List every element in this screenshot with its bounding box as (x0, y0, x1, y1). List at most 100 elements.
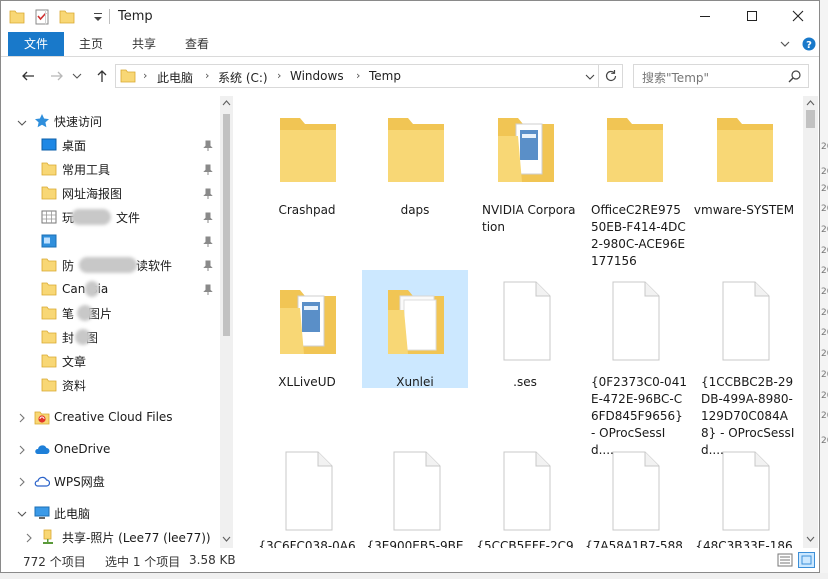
sidebar-item-posters[interactable]: 网址海报图 (41, 182, 122, 204)
file-item[interactable]: {48C3B33E-186 (691, 440, 797, 548)
pin-icon[interactable] (202, 260, 214, 272)
file-item[interactable]: OfficeC2RE97550EB-F414-4DC2-980C-ACE96E1… (581, 98, 687, 268)
file-name: vmware-SYSTEM (693, 203, 795, 217)
chevron-right-icon[interactable] (23, 532, 35, 544)
background-date: 20 (821, 204, 828, 214)
file-name: daps (400, 203, 430, 217)
help-icon[interactable]: ? (802, 37, 816, 51)
sidebar-item-onedrive[interactable]: OneDrive (34, 438, 110, 460)
search-placeholder: 搜索"Temp" (642, 71, 710, 85)
quick-access[interactable]: 快速访问 (34, 110, 102, 132)
file-item[interactable]: vmware-SYSTEM (691, 98, 797, 217)
file-item[interactable]: {1CCBBC2B-29DB-499A-8980-129D70C084A8} -… (691, 270, 797, 457)
up-button[interactable] (93, 67, 111, 85)
back-button[interactable] (19, 67, 37, 85)
minimize-button[interactable] (682, 1, 728, 31)
sidebar-scroll-thumb[interactable] (223, 114, 230, 336)
breadcrumb-windows[interactable]: Windows (290, 69, 344, 83)
chevron-down-icon[interactable] (16, 117, 28, 129)
sidebar-item-shared-photos[interactable]: 共享-照片 (Lee77 (lee77)) (41, 526, 211, 548)
minimize-icon (700, 16, 710, 17)
scroll-down-icon[interactable] (222, 536, 231, 543)
tab-share[interactable]: 共享 (124, 32, 164, 56)
folder-with-documents-icon (280, 290, 336, 354)
large-icons-view-icon[interactable] (798, 552, 815, 568)
tab-file[interactable]: 文件 (8, 32, 64, 56)
image-icon (41, 234, 57, 248)
file-item[interactable]: daps (362, 98, 468, 217)
file-view-scrollbar[interactable] (803, 96, 818, 548)
close-button[interactable] (775, 1, 819, 31)
file-item[interactable]: Crashpad (254, 98, 360, 217)
file-item-selected[interactable]: Xunlei (362, 270, 468, 389)
explorer-window: Temp 文件 主页 共享 查看 ? › 此电脑 › 系统 (C:) › Win… (0, 0, 820, 573)
file-item[interactable]: NVIDIA Corporation (472, 98, 578, 234)
chevron-right-icon[interactable] (16, 476, 28, 488)
file-item[interactable]: XLLiveUD (254, 270, 360, 389)
file-item[interactable]: {0F2373C0-041E-472E-96BC-C6FD845F9656} -… (581, 270, 687, 457)
pin-icon[interactable] (202, 188, 214, 200)
file-item[interactable]: {7A58A1B7-588 (581, 440, 687, 548)
file-name: {3E900EB5-9BE5 (366, 539, 464, 548)
file-name: {5CCB5EFF-2C9 (476, 539, 574, 548)
sidebar-item-wps[interactable]: WPS网盘 (34, 470, 105, 492)
sidebar-item-label: 封 (62, 330, 75, 345)
new-folder-icon[interactable] (59, 8, 75, 25)
chevron-right-icon[interactable] (16, 444, 28, 456)
sidebar-item-label: 防 (62, 258, 75, 273)
expand-ribbon-chevron-icon[interactable] (779, 39, 791, 49)
search-box[interactable]: 搜索"Temp" (633, 64, 809, 88)
computer-icon (34, 506, 50, 519)
breadcrumb-temp[interactable]: Temp (369, 69, 401, 83)
search-icon[interactable] (788, 69, 802, 83)
file-item[interactable]: {5CCB5EFF-2C9 (472, 440, 578, 548)
pin-icon[interactable] (202, 140, 214, 152)
document-icon (285, 451, 333, 531)
sidebar-item-materials[interactable]: 资料 (41, 374, 86, 396)
sidebar-item-articles[interactable]: 文章 (41, 350, 86, 372)
sidebar-item-this-pc[interactable]: 此电脑 (34, 502, 90, 524)
background-date: 20 (821, 142, 828, 152)
file-item[interactable]: {3C6FC038-0A6 (254, 440, 360, 548)
sidebar-scrollbar[interactable] (220, 96, 233, 548)
sidebar-item-creative-cloud[interactable]: Creative Cloud Files (34, 406, 173, 428)
pin-icon[interactable] (202, 164, 214, 176)
file-item[interactable]: .ses (472, 270, 578, 389)
customize-toolbar-chevron-icon[interactable] (93, 8, 103, 25)
file-name: Xunlei (396, 375, 434, 389)
sidebar-item-label: 笔 (62, 306, 75, 321)
chevron-down-icon[interactable] (16, 508, 28, 520)
sidebar-item-tools[interactable]: 常用工具 (41, 158, 110, 180)
breadcrumb-this-pc[interactable]: 此电脑 (157, 69, 193, 86)
address-bar[interactable]: › 此电脑 › 系统 (C:) › Windows › Temp (115, 64, 623, 88)
scroll-up-icon[interactable] (806, 99, 815, 106)
maximize-button[interactable] (729, 1, 775, 31)
pin-icon[interactable] (202, 212, 214, 224)
chevron-right-icon[interactable] (16, 412, 28, 424)
document-icon (503, 451, 551, 531)
address-row: › 此电脑 › 系统 (C:) › Windows › Temp 搜索"Temp… (1, 57, 819, 95)
quick-access-label: 快速访问 (54, 114, 103, 129)
arrow-right-icon (51, 71, 63, 81)
recent-locations-button[interactable] (71, 67, 83, 85)
file-view-scroll-thumb[interactable] (806, 110, 815, 128)
breadcrumb-system-drive[interactable]: 系统 (C:) (218, 69, 268, 86)
sidebar-item-label-suffix: 文件 (116, 210, 141, 225)
scroll-up-icon[interactable] (222, 99, 231, 106)
address-history-chevron-icon[interactable] (585, 72, 595, 82)
tab-view[interactable]: 查看 (177, 32, 217, 56)
forward-button[interactable] (48, 67, 66, 85)
refresh-icon[interactable] (604, 69, 618, 83)
sidebar-item-image[interactable] (41, 230, 62, 252)
document-icon (612, 281, 660, 361)
file-item[interactable]: {3E900EB5-9BE5 (362, 440, 468, 548)
background-date: 20 (821, 370, 828, 380)
sidebar-item-desktop[interactable]: 桌面 (41, 134, 86, 156)
close-icon (792, 10, 804, 22)
pin-icon[interactable] (202, 236, 214, 248)
details-view-icon[interactable] (777, 553, 793, 567)
sidebar-item-label: OneDrive (54, 442, 111, 456)
tab-home[interactable]: 主页 (71, 32, 111, 56)
pin-icon[interactable] (202, 284, 214, 296)
scroll-down-icon[interactable] (806, 536, 815, 543)
